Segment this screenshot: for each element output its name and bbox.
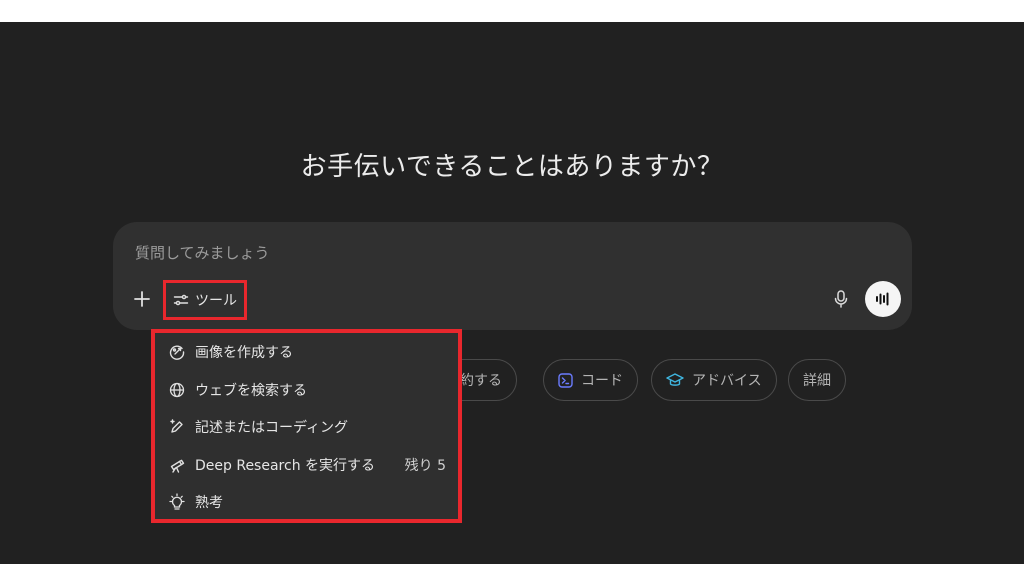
- chip-more-label: 詳細: [803, 373, 831, 389]
- pen-sparkle-icon: [167, 417, 187, 437]
- message-composer[interactable]: 質問してみましょう ツール: [113, 222, 912, 330]
- menu-item-label: 熟考: [195, 495, 223, 511]
- plus-icon: [134, 291, 150, 307]
- code-terminal-icon: [558, 372, 573, 388]
- menu-item-deep-research[interactable]: Deep Research を実行する 残り 5: [167, 451, 446, 479]
- image-create-icon: [167, 342, 187, 362]
- globe-icon: [167, 380, 187, 400]
- page-title: お手伝いできることはありますか？: [300, 152, 724, 182]
- chip-more[interactable]: 詳細: [788, 359, 846, 401]
- menu-item-label: 画像を作成する: [195, 345, 293, 361]
- remaining-count-badge: 残り 5: [404, 458, 446, 474]
- menu-item-label: ウェブを検索する: [195, 383, 307, 399]
- message-input-placeholder[interactable]: 質問してみましょう: [135, 242, 270, 263]
- graduation-cap-icon: [666, 372, 684, 388]
- tools-button-label: ツール: [195, 293, 237, 309]
- menu-item-create-image[interactable]: 画像を作成する: [167, 338, 446, 366]
- menu-item-label: 記述またはコーディング: [195, 420, 349, 436]
- chip-advice-label: アドバイス: [692, 373, 762, 389]
- add-attachment-button[interactable]: [131, 288, 153, 310]
- lightbulb-icon: [167, 492, 187, 512]
- microphone-icon: [834, 290, 848, 308]
- menu-item-think[interactable]: 熟考: [167, 488, 446, 516]
- chip-advice[interactable]: アドバイス: [651, 359, 777, 401]
- chip-code[interactable]: コード: [543, 359, 638, 401]
- menu-item-write-code[interactable]: 記述またはコーディング: [167, 413, 446, 441]
- chip-code-label: コード: [581, 373, 623, 389]
- chat-screen: お手伝いできることはありますか？ 質問してみましょう ツール 要約する コード …: [0, 22, 1024, 564]
- tools-menu: 画像を作成する ウェブを検索する 記述またはコーディング Deep Resear…: [151, 329, 462, 523]
- voice-mode-button[interactable]: [865, 281, 901, 317]
- dictation-button[interactable]: [830, 288, 852, 310]
- menu-item-web-search[interactable]: ウェブを検索する: [167, 376, 446, 404]
- menu-item-label: Deep Research を実行する: [195, 458, 376, 474]
- telescope-icon: [167, 455, 187, 475]
- tools-button[interactable]: ツール: [163, 280, 247, 320]
- sliders-icon: [173, 292, 189, 308]
- voice-waveform-icon: [875, 292, 891, 306]
